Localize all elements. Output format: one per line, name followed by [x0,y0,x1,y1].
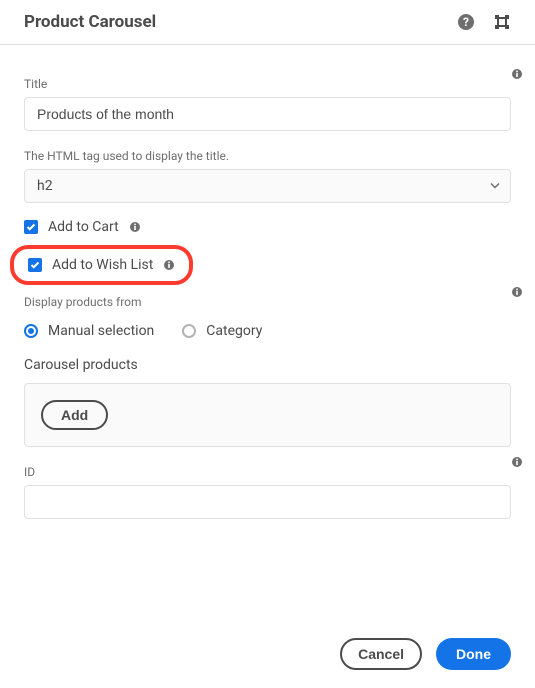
info-icon[interactable] [511,453,523,472]
addtowishlist-checkbox[interactable] [28,258,42,272]
add-button[interactable]: Add [41,400,108,430]
addtocart-row: Add to Cart [24,219,511,235]
addtocart-checkbox[interactable] [24,220,38,234]
addtowishlist-label: Add to Wish List [52,257,153,273]
htmltag-value: h2 [37,178,53,194]
done-button[interactable]: Done [436,638,511,670]
carousel-products-box: Add [24,383,511,447]
id-input[interactable] [24,485,511,519]
htmltag-field-row: The HTML tag used to display the title. … [24,149,511,203]
carousel-products-row: Carousel products Add [24,357,511,447]
dialog-title: Product Carousel [24,12,457,32]
id-field-row: ID [24,465,511,519]
chevron-down-icon [489,177,501,196]
info-icon[interactable] [129,221,141,233]
info-icon[interactable] [163,259,175,271]
displayfrom-radios: Manual selection Category [24,323,511,339]
fullscreen-icon[interactable] [493,13,511,31]
dialog-footer: Cancel Done [340,638,511,670]
radio-manual-label: Manual selection [48,323,154,339]
addtocart-label: Add to Cart [48,219,119,235]
help-icon[interactable]: ? [457,13,475,31]
htmltag-select[interactable]: h2 [24,169,511,203]
title-label: Title [24,77,511,91]
radio-manual[interactable]: Manual selection [24,323,154,339]
carousel-products-label: Carousel products [24,357,511,373]
title-input[interactable] [24,97,511,131]
header-icons: ? [457,13,511,31]
cancel-button[interactable]: Cancel [340,638,422,670]
displayfrom-row: Display products from Manual selection C… [24,295,511,339]
svg-text:?: ? [463,15,469,29]
radio-category-label: Category [206,323,262,339]
dialog-header: Product Carousel ? [0,0,535,45]
info-icon[interactable] [511,283,523,302]
htmltag-label: The HTML tag used to display the title. [24,149,511,163]
addtowishlist-row: Add to Wish List [24,245,511,285]
radio-category[interactable]: Category [182,323,262,339]
radio-icon [182,324,196,338]
id-label: ID [24,465,511,479]
radio-icon [24,324,38,338]
info-icon[interactable] [511,65,523,84]
displayfrom-label: Display products from [24,295,511,309]
highlight-ring: Add to Wish List [10,245,193,285]
title-field-row: Title [24,77,511,131]
dialog-form: Title The HTML tag used to display the t… [0,45,535,527]
